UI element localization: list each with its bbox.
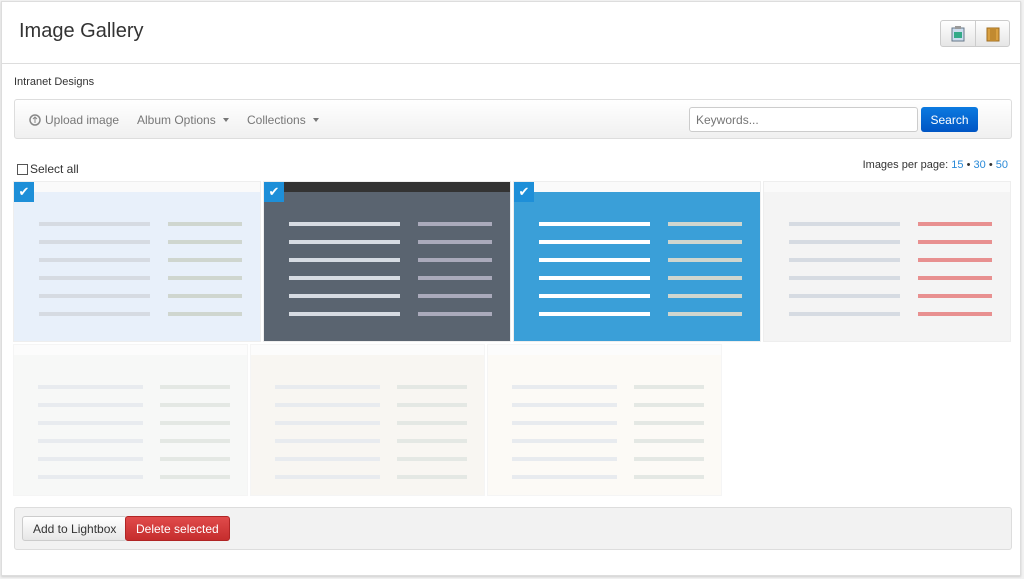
ipp-sep: • xyxy=(966,159,971,171)
album-options-dropdown[interactable]: Album Options xyxy=(137,113,229,127)
action-bar: Add to Lightbox Delete selected xyxy=(14,507,1012,550)
ipp-option-50[interactable]: 50 xyxy=(996,159,1008,171)
keywords-input[interactable] xyxy=(689,107,918,132)
delete-selected-button[interactable]: Delete selected xyxy=(125,516,230,541)
search-button[interactable]: Search xyxy=(921,107,978,132)
collections-dropdown[interactable]: Collections xyxy=(247,113,319,127)
upload-image-button[interactable]: Upload image xyxy=(29,113,119,127)
image-thumbnail[interactable]: ✔ xyxy=(513,181,761,342)
image-thumbnail[interactable]: ✔ xyxy=(13,181,261,342)
images-per-page: Images per page: 15 • 30 • 50 xyxy=(863,159,1008,171)
toolbar: Upload image Album Options Collections S… xyxy=(14,99,1012,139)
ipp-sep: • xyxy=(988,159,993,171)
album-options-label: Album Options xyxy=(137,113,216,127)
header-button-group xyxy=(940,20,1010,47)
caret-down-icon xyxy=(312,118,319,122)
select-all-checkbox[interactable] xyxy=(17,163,28,175)
image-thumbnail[interactable] xyxy=(13,344,248,496)
gallery-panel: Image Gallery Intranet Designs Upload im… xyxy=(1,1,1021,576)
select-all-label: Select all xyxy=(30,162,79,176)
image-view-button[interactable] xyxy=(941,21,975,46)
page-title: Image Gallery xyxy=(19,20,144,42)
ipp-option-15[interactable]: 15 xyxy=(951,159,963,171)
image-thumbnail[interactable] xyxy=(763,181,1011,342)
ipp-option-30[interactable]: 30 xyxy=(974,159,986,171)
box-view-button[interactable] xyxy=(975,21,1009,46)
image-thumbnail[interactable]: ✔ xyxy=(263,181,511,342)
ipp-label: Images per page: xyxy=(862,159,949,171)
upload-icon xyxy=(29,114,41,126)
selected-check-icon[interactable]: ✔ xyxy=(14,182,34,202)
image-icon xyxy=(951,25,965,41)
add-to-lightbox-button[interactable]: Add to Lightbox xyxy=(22,516,128,541)
selected-check-icon[interactable]: ✔ xyxy=(514,182,534,202)
caret-down-icon xyxy=(222,118,229,122)
album-name: Intranet Designs xyxy=(14,76,95,88)
box-icon xyxy=(986,27,999,41)
image-thumbnail[interactable] xyxy=(250,344,485,496)
header-divider xyxy=(2,63,1020,64)
selected-check-icon[interactable]: ✔ xyxy=(264,182,284,202)
upload-label: Upload image xyxy=(45,113,120,127)
collections-label: Collections xyxy=(247,113,306,127)
image-thumbnail[interactable] xyxy=(487,344,722,496)
select-all[interactable]: Select all xyxy=(17,162,79,176)
